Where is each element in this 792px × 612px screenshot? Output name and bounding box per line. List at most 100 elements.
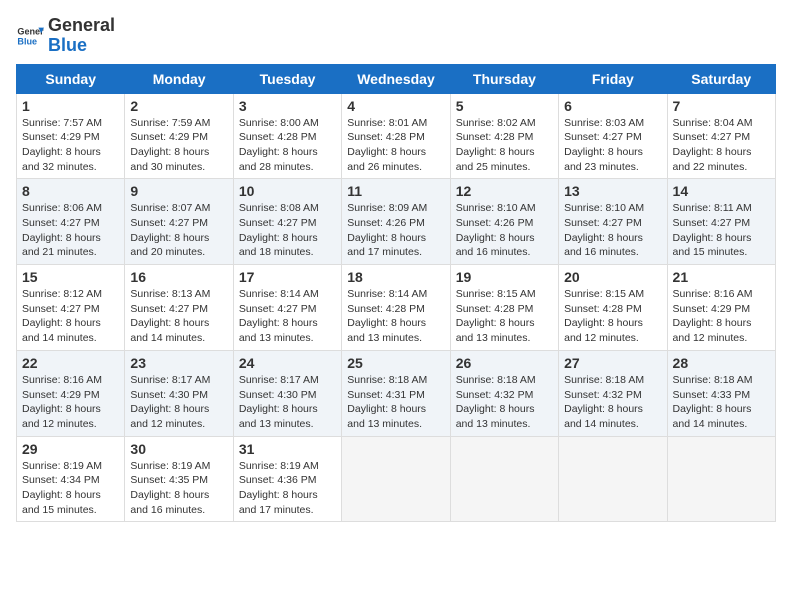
calendar-cell: 19 Sunrise: 8:15 AMSunset: 4:28 PMDaylig… (450, 265, 558, 351)
calendar-cell: 4 Sunrise: 8:01 AMSunset: 4:28 PMDayligh… (342, 93, 450, 179)
calendar-table: SundayMondayTuesdayWednesdayThursdayFrid… (16, 64, 776, 523)
day-number: 9 (130, 183, 227, 199)
calendar-cell: 18 Sunrise: 8:14 AMSunset: 4:28 PMDaylig… (342, 265, 450, 351)
calendar-cell: 27 Sunrise: 8:18 AMSunset: 4:32 PMDaylig… (559, 350, 667, 436)
calendar-cell: 26 Sunrise: 8:18 AMSunset: 4:32 PMDaylig… (450, 350, 558, 436)
day-number: 23 (130, 355, 227, 371)
day-number: 27 (564, 355, 661, 371)
logo-general: General (48, 15, 115, 35)
week-row-4: 22 Sunrise: 8:16 AMSunset: 4:29 PMDaylig… (17, 350, 776, 436)
day-info: Sunrise: 8:19 AMSunset: 4:36 PMDaylight:… (239, 460, 319, 516)
calendar-cell: 22 Sunrise: 8:16 AMSunset: 4:29 PMDaylig… (17, 350, 125, 436)
weekday-header-thursday: Thursday (450, 64, 558, 93)
day-number: 18 (347, 269, 444, 285)
day-number: 24 (239, 355, 336, 371)
calendar-cell: 11 Sunrise: 8:09 AMSunset: 4:26 PMDaylig… (342, 179, 450, 265)
day-number: 22 (22, 355, 119, 371)
day-number: 25 (347, 355, 444, 371)
day-number: 7 (673, 98, 770, 114)
calendar-cell (342, 436, 450, 522)
day-info: Sunrise: 8:19 AMSunset: 4:34 PMDaylight:… (22, 460, 102, 516)
day-number: 3 (239, 98, 336, 114)
day-info: Sunrise: 8:00 AMSunset: 4:28 PMDaylight:… (239, 117, 319, 173)
day-number: 29 (22, 441, 119, 457)
svg-text:Blue: Blue (17, 36, 37, 46)
day-number: 31 (239, 441, 336, 457)
calendar-cell: 16 Sunrise: 8:13 AMSunset: 4:27 PMDaylig… (125, 265, 233, 351)
calendar-cell: 31 Sunrise: 8:19 AMSunset: 4:36 PMDaylig… (233, 436, 341, 522)
calendar-cell: 3 Sunrise: 8:00 AMSunset: 4:28 PMDayligh… (233, 93, 341, 179)
calendar-cell: 7 Sunrise: 8:04 AMSunset: 4:27 PMDayligh… (667, 93, 775, 179)
calendar-cell: 21 Sunrise: 8:16 AMSunset: 4:29 PMDaylig… (667, 265, 775, 351)
day-info: Sunrise: 8:14 AMSunset: 4:28 PMDaylight:… (347, 288, 427, 344)
calendar-cell: 1 Sunrise: 7:57 AMSunset: 4:29 PMDayligh… (17, 93, 125, 179)
weekday-header-tuesday: Tuesday (233, 64, 341, 93)
calendar-cell: 14 Sunrise: 8:11 AMSunset: 4:27 PMDaylig… (667, 179, 775, 265)
day-info: Sunrise: 8:03 AMSunset: 4:27 PMDaylight:… (564, 117, 644, 173)
header-area: General Blue General Blue (16, 16, 776, 56)
day-info: Sunrise: 8:18 AMSunset: 4:31 PMDaylight:… (347, 374, 427, 430)
calendar-cell: 10 Sunrise: 8:08 AMSunset: 4:27 PMDaylig… (233, 179, 341, 265)
calendar-cell: 23 Sunrise: 8:17 AMSunset: 4:30 PMDaylig… (125, 350, 233, 436)
day-number: 8 (22, 183, 119, 199)
day-info: Sunrise: 8:09 AMSunset: 4:26 PMDaylight:… (347, 202, 427, 258)
day-info: Sunrise: 8:07 AMSunset: 4:27 PMDaylight:… (130, 202, 210, 258)
day-info: Sunrise: 8:15 AMSunset: 4:28 PMDaylight:… (456, 288, 536, 344)
day-number: 10 (239, 183, 336, 199)
day-number: 2 (130, 98, 227, 114)
day-number: 17 (239, 269, 336, 285)
day-info: Sunrise: 7:57 AMSunset: 4:29 PMDaylight:… (22, 117, 102, 173)
day-info: Sunrise: 8:01 AMSunset: 4:28 PMDaylight:… (347, 117, 427, 173)
calendar-cell: 13 Sunrise: 8:10 AMSunset: 4:27 PMDaylig… (559, 179, 667, 265)
weekday-header-monday: Monday (125, 64, 233, 93)
day-info: Sunrise: 8:17 AMSunset: 4:30 PMDaylight:… (130, 374, 210, 430)
day-number: 16 (130, 269, 227, 285)
weekday-header-sunday: Sunday (17, 64, 125, 93)
calendar-cell: 6 Sunrise: 8:03 AMSunset: 4:27 PMDayligh… (559, 93, 667, 179)
weekday-header-wednesday: Wednesday (342, 64, 450, 93)
weekday-header-saturday: Saturday (667, 64, 775, 93)
weekday-header-friday: Friday (559, 64, 667, 93)
day-info: Sunrise: 8:16 AMSunset: 4:29 PMDaylight:… (22, 374, 102, 430)
day-info: Sunrise: 8:16 AMSunset: 4:29 PMDaylight:… (673, 288, 753, 344)
calendar-cell: 24 Sunrise: 8:17 AMSunset: 4:30 PMDaylig… (233, 350, 341, 436)
day-info: Sunrise: 8:15 AMSunset: 4:28 PMDaylight:… (564, 288, 644, 344)
day-info: Sunrise: 8:02 AMSunset: 4:28 PMDaylight:… (456, 117, 536, 173)
calendar-cell: 8 Sunrise: 8:06 AMSunset: 4:27 PMDayligh… (17, 179, 125, 265)
day-info: Sunrise: 8:18 AMSunset: 4:32 PMDaylight:… (456, 374, 536, 430)
day-info: Sunrise: 8:17 AMSunset: 4:30 PMDaylight:… (239, 374, 319, 430)
day-number: 26 (456, 355, 553, 371)
weekday-header-row: SundayMondayTuesdayWednesdayThursdayFrid… (17, 64, 776, 93)
day-info: Sunrise: 8:11 AMSunset: 4:27 PMDaylight:… (673, 202, 752, 258)
calendar-cell: 30 Sunrise: 8:19 AMSunset: 4:35 PMDaylig… (125, 436, 233, 522)
day-number: 19 (456, 269, 553, 285)
day-info: Sunrise: 8:18 AMSunset: 4:32 PMDaylight:… (564, 374, 644, 430)
calendar-cell: 2 Sunrise: 7:59 AMSunset: 4:29 PMDayligh… (125, 93, 233, 179)
calendar-cell: 28 Sunrise: 8:18 AMSunset: 4:33 PMDaylig… (667, 350, 775, 436)
day-number: 28 (673, 355, 770, 371)
calendar-cell (559, 436, 667, 522)
day-number: 1 (22, 98, 119, 114)
day-info: Sunrise: 7:59 AMSunset: 4:29 PMDaylight:… (130, 117, 210, 173)
day-info: Sunrise: 8:04 AMSunset: 4:27 PMDaylight:… (673, 117, 753, 173)
day-info: Sunrise: 8:19 AMSunset: 4:35 PMDaylight:… (130, 460, 210, 516)
calendar-cell: 20 Sunrise: 8:15 AMSunset: 4:28 PMDaylig… (559, 265, 667, 351)
day-number: 30 (130, 441, 227, 457)
day-number: 4 (347, 98, 444, 114)
week-row-2: 8 Sunrise: 8:06 AMSunset: 4:27 PMDayligh… (17, 179, 776, 265)
day-info: Sunrise: 8:13 AMSunset: 4:27 PMDaylight:… (130, 288, 210, 344)
day-info: Sunrise: 8:06 AMSunset: 4:27 PMDaylight:… (22, 202, 102, 258)
calendar-cell: 5 Sunrise: 8:02 AMSunset: 4:28 PMDayligh… (450, 93, 558, 179)
day-info: Sunrise: 8:12 AMSunset: 4:27 PMDaylight:… (22, 288, 102, 344)
day-number: 12 (456, 183, 553, 199)
logo: General Blue General Blue (16, 16, 115, 56)
day-info: Sunrise: 8:18 AMSunset: 4:33 PMDaylight:… (673, 374, 753, 430)
calendar-cell (450, 436, 558, 522)
calendar-cell: 29 Sunrise: 8:19 AMSunset: 4:34 PMDaylig… (17, 436, 125, 522)
day-number: 15 (22, 269, 119, 285)
day-number: 21 (673, 269, 770, 285)
day-number: 13 (564, 183, 661, 199)
day-number: 20 (564, 269, 661, 285)
day-info: Sunrise: 8:08 AMSunset: 4:27 PMDaylight:… (239, 202, 319, 258)
week-row-1: 1 Sunrise: 7:57 AMSunset: 4:29 PMDayligh… (17, 93, 776, 179)
